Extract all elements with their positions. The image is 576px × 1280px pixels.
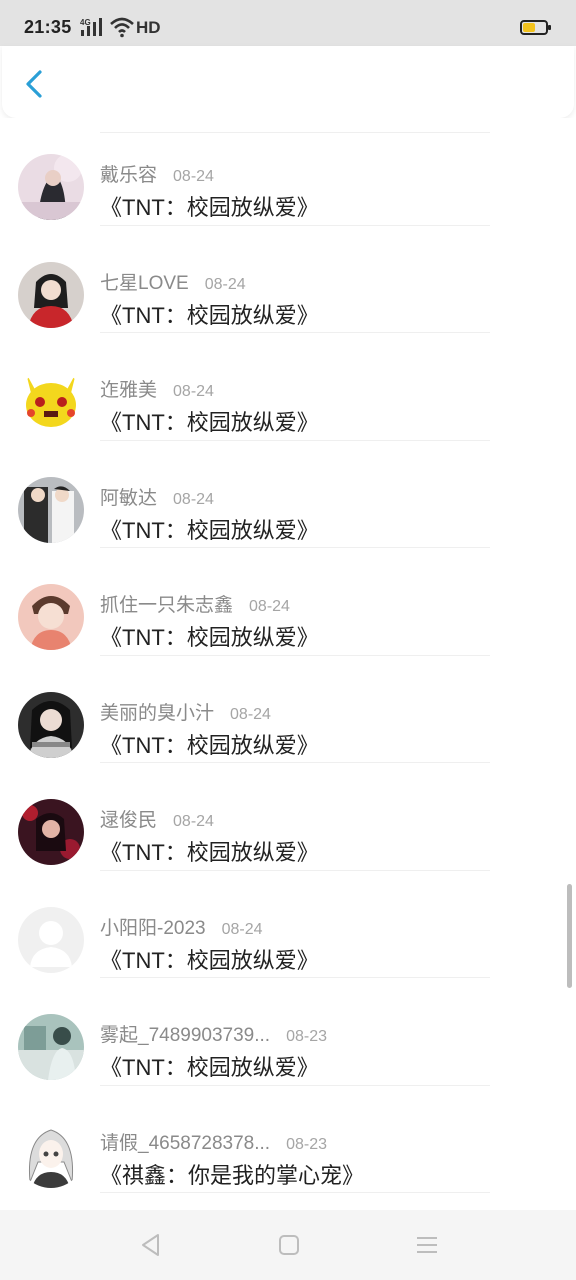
wifi-icon <box>110 17 134 38</box>
avatar[interactable] <box>18 369 84 435</box>
entry-date: 08-24 <box>173 168 214 185</box>
list-item[interactable]: 戴乐容 08-24 《TNT：校园放纵爱》 <box>0 118 576 226</box>
book-title[interactable]: 《TNT：校园放纵爱》 <box>100 835 319 867</box>
book-title[interactable]: 《TNT：校园放纵爱》 <box>100 190 319 222</box>
entry-meta: 请假_4658728378... 08-23 <box>100 1128 327 1155</box>
entry-meta: 抓住一只朱志鑫 08-24 <box>100 590 290 617</box>
entry-date: 08-24 <box>221 920 263 938</box>
entry-meta: 七星LOVE 08-24 <box>100 268 246 295</box>
system-nav-bar <box>0 1210 576 1280</box>
list-item[interactable]: 雾起_7489903739... 08-23 《TNT：校园放纵爱》 <box>0 978 576 1086</box>
battery-icon <box>520 20 551 35</box>
avatar[interactable] <box>18 476 84 543</box>
triangle-back-icon[interactable] <box>138 1232 164 1258</box>
user-name[interactable]: 七星LOVE <box>100 273 189 294</box>
top-header <box>2 46 574 118</box>
menu-lines-icon[interactable] <box>414 1232 440 1258</box>
list-item[interactable]: 七星LOVE 08-24 《TNT：校园放纵爱》 <box>0 226 576 334</box>
book-title[interactable]: 《TNT：校园放纵爱》 <box>100 620 319 652</box>
user-name[interactable]: 抓住一只朱志鑫 <box>100 595 233 616</box>
status-time: 21:35 <box>24 17 72 37</box>
user-name[interactable]: 小阳阳-2023 <box>100 918 206 939</box>
reader-list: 戴乐容 08-24 《TNT：校园放纵爱》 七星LOVE 08-24 《TNT：校园放纵爱… <box>0 118 576 1210</box>
book-title[interactable]: 《TNT：校园放纵爱》 <box>100 513 319 545</box>
list-item[interactable]: 迮雅美 08-24 《TNT：校园放纵爱》 <box>0 333 576 441</box>
entry-date: 08-24 <box>204 275 246 293</box>
entry-meta: 雾起_7489903739... 08-23 <box>100 1020 327 1047</box>
user-name[interactable]: 戴乐容 <box>100 165 157 186</box>
avatar[interactable] <box>18 154 84 220</box>
entry-date: 08-24 <box>173 813 214 830</box>
list-item[interactable]: 阿敏达 08-24 《TNT：校园放纵爱》 <box>0 441 576 549</box>
chevron-left-icon[interactable] <box>18 64 50 104</box>
entry-meta: 阿敏达 08-24 <box>100 483 214 510</box>
entry-meta: 逯俊民 08-24 <box>100 805 214 832</box>
hd-indicator: HD <box>136 18 161 37</box>
avatar[interactable] <box>18 1121 84 1188</box>
square-home-icon[interactable] <box>276 1232 302 1258</box>
entry-date: 08-23 <box>286 1028 327 1045</box>
list-item[interactable]: 逯俊民 08-24 《TNT：校园放纵爱》 <box>0 763 576 871</box>
avatar[interactable] <box>18 1014 84 1080</box>
user-name[interactable]: 阿敏达 <box>100 488 157 509</box>
list-item[interactable]: 小阳阳-2023 08-24 《TNT：校园放纵爱》 <box>0 871 576 979</box>
user-name[interactable]: 美丽的臭小汁 <box>100 703 214 724</box>
signal-icon: 4G <box>80 18 102 36</box>
list-item[interactable]: 请假_4658728378... 08-23 《祺鑫：你是我的掌心宠》 <box>0 1086 576 1194</box>
entry-meta: 美丽的臭小汁 08-24 <box>100 698 271 725</box>
network-type: 4G <box>80 18 91 27</box>
book-title[interactable]: 《祺鑫：你是我的掌心宠》 <box>100 1158 364 1190</box>
book-title[interactable]: 《TNT：校园放纵爱》 <box>100 405 319 437</box>
entry-meta: 戴乐容 08-24 <box>100 160 214 187</box>
avatar[interactable] <box>18 261 84 328</box>
user-name[interactable]: 雾起_7489903739... <box>100 1025 270 1046</box>
book-title[interactable]: 《TNT：校园放纵爱》 <box>100 1050 319 1082</box>
entry-meta: 迮雅美 08-24 <box>100 375 214 402</box>
entry-meta: 小阳阳-2023 08-24 <box>100 913 263 940</box>
avatar[interactable] <box>18 584 84 650</box>
avatar[interactable] <box>18 799 84 865</box>
battery-fill <box>523 23 535 32</box>
status-bar: 21:35 4G HD <box>0 0 576 46</box>
scrollbar[interactable] <box>567 884 572 988</box>
list-item[interactable]: 美丽的臭小汁 08-24 《TNT：校园放纵爱》 <box>0 656 576 764</box>
book-title[interactable]: 《TNT：校园放纵爱》 <box>100 728 319 760</box>
book-title[interactable]: 《TNT：校园放纵爱》 <box>100 298 319 330</box>
entry-date: 08-24 <box>173 383 214 400</box>
entry-date: 08-24 <box>173 490 214 508</box>
avatar[interactable] <box>18 691 84 758</box>
user-name[interactable]: 迮雅美 <box>100 380 157 401</box>
entry-date: 08-23 <box>286 1135 327 1153</box>
avatar[interactable] <box>18 906 84 973</box>
entry-date: 08-24 <box>249 598 290 615</box>
entry-date: 08-24 <box>230 705 271 723</box>
user-name[interactable]: 逯俊民 <box>100 810 157 831</box>
list-item[interactable]: 抓住一只朱志鑫 08-24 《TNT：校园放纵爱》 <box>0 548 576 656</box>
user-name[interactable]: 请假_4658728378... <box>100 1133 270 1154</box>
book-title[interactable]: 《TNT：校园放纵爱》 <box>100 943 319 975</box>
